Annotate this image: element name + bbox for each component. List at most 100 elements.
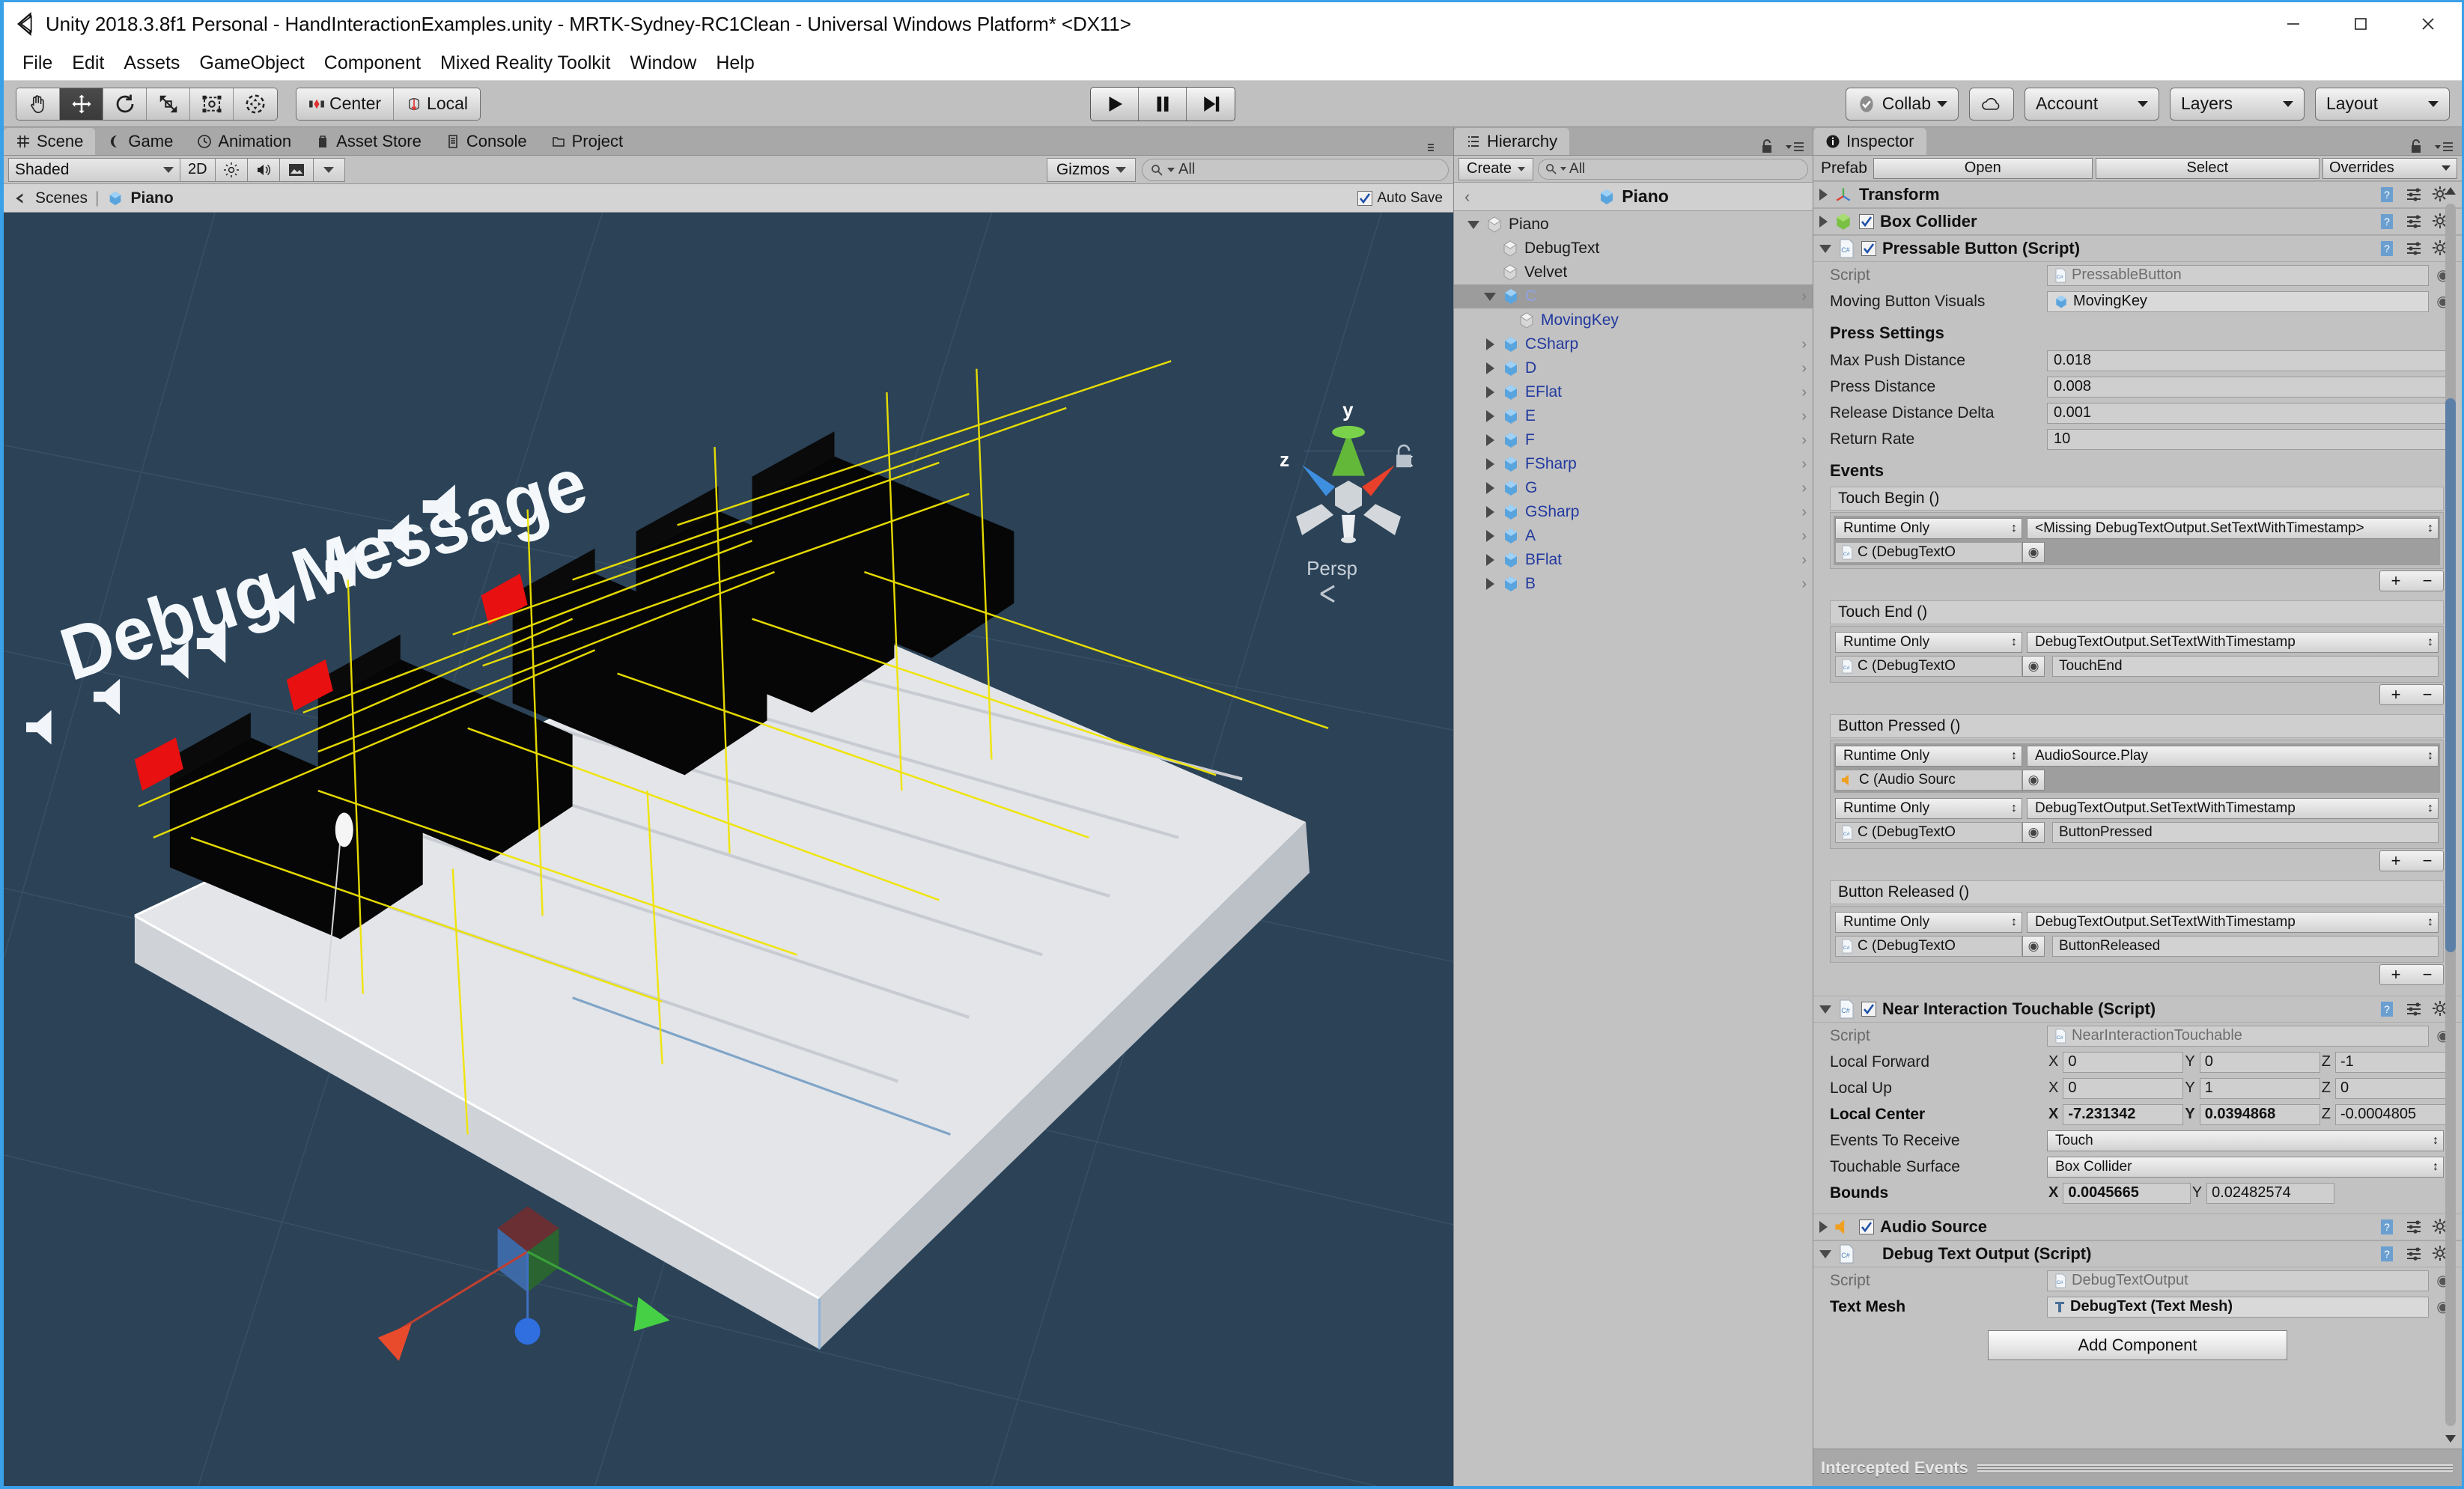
hierarchy-item-f[interactable]: F ›: [1454, 428, 1813, 452]
event-function-dropdown[interactable]: DebugTextOutput.SetTextWithTimestamp ↕: [2027, 912, 2439, 933]
object-picker-icon[interactable]: ◉: [2022, 822, 2045, 843]
breadcrumb-scenes[interactable]: Scenes: [35, 189, 88, 207]
scroll-down-arrow-icon[interactable]: [2442, 1429, 2459, 1449]
bounds-y-input[interactable]: 0.02482574: [2206, 1182, 2334, 1204]
prefab-select-button[interactable]: Select: [2095, 157, 2319, 179]
transform-tool-button[interactable]: [234, 88, 277, 120]
effects-toggle-button[interactable]: [279, 157, 314, 182]
menu-edit[interactable]: Edit: [62, 52, 114, 74]
prefab-open-chevron-icon[interactable]: ›: [1801, 456, 1807, 473]
event-entry[interactable]: Runtime Only ↕ DebugTextOutput.SetTextWi…: [1834, 630, 2440, 679]
vector-z-input[interactable]: -1: [2334, 1051, 2456, 1073]
menu-file[interactable]: File: [13, 52, 62, 74]
back-chevron-icon[interactable]: ‹: [1464, 187, 1470, 207]
bounds-x-input[interactable]: 0.0045665: [2063, 1182, 2191, 1204]
preset-icon[interactable]: [2405, 240, 2423, 258]
help-icon[interactable]: ?: [2378, 1218, 2396, 1236]
play-button[interactable]: [1091, 87, 1140, 121]
hierarchy-item-a[interactable]: A ›: [1454, 524, 1813, 548]
component-debug-text-output-header[interactable]: C# Debug Text Output (Script) ?: [1813, 1240, 2462, 1267]
text-mesh-object-field[interactable]: DebugText (Text Mesh): [2047, 1296, 2429, 1318]
expand-triangle-down-icon[interactable]: [1819, 1249, 1831, 1258]
event-mode-dropdown[interactable]: Runtime Only ↕: [1835, 632, 2022, 653]
hierarchy-item-g[interactable]: G ›: [1454, 476, 1813, 500]
hierarchy-item-d[interactable]: D ›: [1454, 356, 1813, 380]
account-button[interactable]: Account: [2025, 87, 2159, 121]
field-input[interactable]: 0.001: [2047, 402, 2456, 424]
tab-inspector[interactable]: Inspector: [1813, 128, 1926, 155]
mode-2d-button[interactable]: 2D: [180, 157, 216, 182]
event-target-object-field[interactable]: C# C (DebugTextO: [1835, 822, 2022, 843]
pivot-rotation-button[interactable]: Local: [394, 88, 481, 120]
event-entry[interactable]: Runtime Only ↕ AudioSource.Play ↕ C (Aud…: [1834, 743, 2440, 793]
component-transform-header[interactable]: Transform ?: [1813, 181, 2462, 208]
cloud-button[interactable]: [1969, 87, 2014, 121]
help-icon[interactable]: ?: [2378, 213, 2396, 231]
expand-triangle-right-icon[interactable]: [1483, 338, 1497, 350]
help-icon[interactable]: ?: [2378, 240, 2396, 258]
vector-y-input[interactable]: 0.0394868: [2199, 1103, 2320, 1125]
scene-search-input[interactable]: All: [1142, 158, 1449, 181]
event-target-object-field[interactable]: C (Audio Sourc: [1835, 770, 2022, 791]
expand-triangle-right-icon[interactable]: [1483, 530, 1497, 542]
prefab-open-chevron-icon[interactable]: ›: [1801, 528, 1807, 545]
touchable-surface-dropdown[interactable]: Box Collider ↕: [2047, 1156, 2444, 1178]
expand-triangle-right-icon[interactable]: [1483, 362, 1497, 374]
step-button[interactable]: [1187, 87, 1235, 121]
field-input[interactable]: 0.008: [2047, 376, 2456, 398]
inspector-scrollbar[interactable]: [2442, 181, 2459, 1449]
help-icon[interactable]: ?: [2378, 1000, 2396, 1018]
draw-mode-dropdown[interactable]: Shaded: [8, 157, 180, 182]
expand-triangle-right-icon[interactable]: [1483, 410, 1497, 422]
menu-window[interactable]: Window: [620, 52, 706, 74]
hierarchy-panel-menu[interactable]: [1760, 138, 1813, 155]
add-component-button[interactable]: Add Component: [1988, 1330, 2287, 1360]
expand-triangle-down-icon[interactable]: [1819, 1005, 1831, 1014]
rotate-tool-button[interactable]: [103, 88, 147, 120]
event-argument-input[interactable]: ButtonReleased: [2052, 936, 2439, 957]
events-to-receive-dropdown[interactable]: Touch ↕: [2047, 1130, 2444, 1151]
expand-triangle-right-icon[interactable]: [1483, 482, 1497, 494]
event-mode-dropdown[interactable]: Runtime Only ↕: [1835, 518, 2022, 539]
event-target-object-field[interactable]: C# C (DebugTextO: [1835, 656, 2022, 677]
scale-tool-button[interactable]: [147, 88, 190, 120]
scrollbar-thumb[interactable]: [2445, 398, 2456, 952]
event-function-dropdown[interactable]: DebugTextOutput.SetTextWithTimestamp ↕: [2027, 632, 2439, 653]
hierarchy-item-eflat[interactable]: EFlat ›: [1454, 380, 1813, 404]
vector-y-input[interactable]: 1: [2199, 1077, 2320, 1099]
prefab-open-chevron-icon[interactable]: ›: [1801, 336, 1807, 353]
field-input[interactable]: 10: [2047, 428, 2456, 450]
layers-button[interactable]: Layers: [2170, 87, 2305, 121]
component-box-collider-header[interactable]: Box Collider ?: [1813, 208, 2462, 235]
event-function-dropdown[interactable]: DebugTextOutput.SetTextWithTimestamp ↕: [2027, 798, 2439, 819]
field-input[interactable]: 0.018: [2047, 350, 2456, 371]
hierarchy-item-debugtext[interactable]: DebugText: [1454, 237, 1813, 261]
event-add-button[interactable]: +: [2380, 965, 2412, 984]
component-pressable-button-header[interactable]: C# Pressable Button (Script) ?: [1813, 235, 2462, 262]
hierarchy-item-b[interactable]: B ›: [1454, 572, 1813, 596]
hierarchy-item-csharp[interactable]: CSharp ›: [1454, 332, 1813, 356]
expand-triangle-down-icon[interactable]: [1467, 220, 1480, 229]
event-remove-button[interactable]: −: [2412, 851, 2443, 871]
event-mode-dropdown[interactable]: Runtime Only ↕: [1835, 912, 2022, 933]
pause-button[interactable]: [1139, 87, 1187, 121]
event-mode-dropdown[interactable]: Runtime Only ↕: [1835, 798, 2022, 819]
auto-save-toggle[interactable]: Auto Save: [1357, 190, 1443, 207]
move-tool-button[interactable]: [60, 88, 103, 120]
event-entry[interactable]: Runtime Only ↕ DebugTextOutput.SetTextWi…: [1834, 910, 2440, 959]
event-add-button[interactable]: +: [2380, 571, 2412, 591]
prefab-open-button[interactable]: Open: [1873, 157, 2093, 179]
script-object-field[interactable]: C# NearInteractionTouchable: [2047, 1025, 2429, 1047]
hierarchy-search-input[interactable]: All: [1538, 158, 1808, 180]
auto-save-checkbox[interactable]: [1357, 190, 1373, 206]
prefab-open-chevron-icon[interactable]: ›: [1801, 432, 1807, 449]
object-picker-icon[interactable]: ◉: [2022, 936, 2045, 957]
scroll-up-arrow-icon[interactable]: [2442, 181, 2459, 201]
tab-scene[interactable]: Scene: [4, 128, 96, 155]
tab-animation[interactable]: Animation: [185, 128, 304, 155]
object-picker-icon[interactable]: ◉: [2022, 656, 2045, 677]
event-entry[interactable]: Runtime Only ↕ DebugTextOutput.SetTextWi…: [1834, 796, 2440, 845]
vector-y-input[interactable]: 0: [2199, 1051, 2320, 1073]
component-audio-source-header[interactable]: Audio Source ?: [1813, 1214, 2462, 1240]
event-target-object-field[interactable]: C# C (DebugTextO: [1835, 542, 2022, 563]
